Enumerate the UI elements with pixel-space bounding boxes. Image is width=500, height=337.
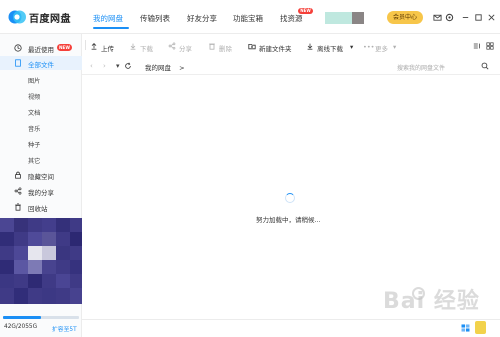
list-view-icon[interactable] xyxy=(486,42,494,50)
chevron-down-icon[interactable]: ▾ xyxy=(350,43,353,51)
back-icon[interactable]: ‹ xyxy=(90,62,93,70)
chevron-down-icon[interactable]: ▾ xyxy=(393,43,396,51)
clock-icon xyxy=(14,44,22,52)
tab-find-resources[interactable]: 找资源 xyxy=(280,13,303,24)
share-icon xyxy=(14,187,22,195)
more-dots-icon: ••• xyxy=(363,43,375,51)
active-tab-indicator xyxy=(93,27,129,29)
minimize-icon[interactable] xyxy=(461,13,470,22)
delete-icon xyxy=(209,43,215,50)
sidebar-item-label: 隐藏空间 xyxy=(28,173,54,181)
new-folder-button[interactable]: 新建文件夹 xyxy=(259,43,292,53)
notes-icon[interactable] xyxy=(475,321,486,334)
sidebar-item-label: 全部文件 xyxy=(28,61,54,69)
app-title: 百度网盘 xyxy=(29,14,71,25)
tab-my-netdisk[interactable]: 我的网盘 xyxy=(93,13,123,24)
loading-spinner-icon xyxy=(285,193,295,203)
sidebar-item-hidden-space[interactable]: 隐藏空间 xyxy=(0,168,82,182)
toolbar-divider xyxy=(85,40,86,50)
download-icon xyxy=(130,43,136,50)
sort-icon[interactable] xyxy=(473,42,481,50)
breadcrumb-item[interactable]: 我的网盘 xyxy=(145,64,171,72)
sidebar-ad-image[interactable] xyxy=(0,218,82,304)
sidebar-subitem-videos[interactable]: 视频 xyxy=(28,92,40,101)
sidebar-item-all-files[interactable]: 全部文件 xyxy=(0,56,82,70)
sidebar-item-label: 我的分享 xyxy=(28,189,54,197)
share-button[interactable]: 分享 xyxy=(179,43,192,53)
vip-center-button[interactable]: 会员中心 xyxy=(387,11,423,24)
new-badge-sidebar: NEW xyxy=(57,44,72,51)
refresh-icon[interactable] xyxy=(124,62,132,70)
storage-usage-text: 42G/2055G xyxy=(4,324,38,330)
breadcrumb[interactable]: 我的网盘 > xyxy=(145,62,185,72)
new-badge: NEW xyxy=(298,8,313,14)
sidebar-subitem-music[interactable]: 音乐 xyxy=(28,124,40,133)
tab-toolbox[interactable]: 功能宝箱 xyxy=(233,13,263,24)
storage-bar-fill xyxy=(3,316,41,319)
forward-icon[interactable]: › xyxy=(103,62,106,70)
close-icon[interactable] xyxy=(487,13,496,22)
settings-icon[interactable] xyxy=(445,13,454,22)
sidebar-subitem-documents[interactable]: 文档 xyxy=(28,108,40,117)
grid-icon[interactable] xyxy=(461,324,470,332)
upload-button[interactable]: 上传 xyxy=(101,43,114,53)
sidebar-subitem-torrents[interactable]: 种子 xyxy=(28,140,40,149)
sidebar-item-label: 最近使用 xyxy=(28,46,54,54)
offline-download-button[interactable]: 离线下载 xyxy=(317,43,343,53)
trash-icon xyxy=(15,203,21,211)
search-placeholder: 搜索我的网盘文件 xyxy=(397,65,446,72)
avatar-image[interactable] xyxy=(352,12,364,24)
new-folder-icon xyxy=(248,44,256,50)
sidebar-item-label: 回收站 xyxy=(28,205,48,213)
sidebar-item-recycle-bin[interactable]: 回收站 xyxy=(0,200,82,214)
share-icon xyxy=(168,42,176,50)
maximize-icon[interactable] xyxy=(474,13,483,22)
watermark: Bai 经验 xyxy=(383,289,480,314)
offline-download-icon xyxy=(307,43,313,50)
history-dropdown-icon[interactable]: ▾ xyxy=(116,62,120,70)
file-icon xyxy=(15,59,21,67)
sidebar-subitem-other[interactable]: 其它 xyxy=(28,156,40,165)
breadcrumb-separator: > xyxy=(179,64,185,72)
lock-icon xyxy=(15,171,21,179)
more-button[interactable]: 更多 xyxy=(375,43,388,53)
status-bar xyxy=(82,319,500,337)
loading-message: 努力加载中，请稍候... xyxy=(256,216,321,224)
mail-icon[interactable] xyxy=(433,13,442,22)
download-button[interactable]: 下载 xyxy=(140,43,153,53)
baidu-netdisk-logo xyxy=(8,10,26,24)
tab-friend-share[interactable]: 好友分享 xyxy=(187,13,217,24)
delete-button[interactable]: 删除 xyxy=(219,43,232,53)
sidebar-item-my-shares[interactable]: 我的分享 xyxy=(0,184,82,198)
tab-transfer-list[interactable]: 传输列表 xyxy=(140,13,170,24)
avatar[interactable] xyxy=(325,12,352,24)
watermark-paw-icon xyxy=(412,287,425,300)
expand-storage-link[interactable]: 扩容至5T xyxy=(52,324,77,333)
upload-icon xyxy=(91,43,97,50)
sidebar-subitem-images[interactable]: 图片 xyxy=(28,76,40,85)
search-icon[interactable] xyxy=(481,62,489,70)
